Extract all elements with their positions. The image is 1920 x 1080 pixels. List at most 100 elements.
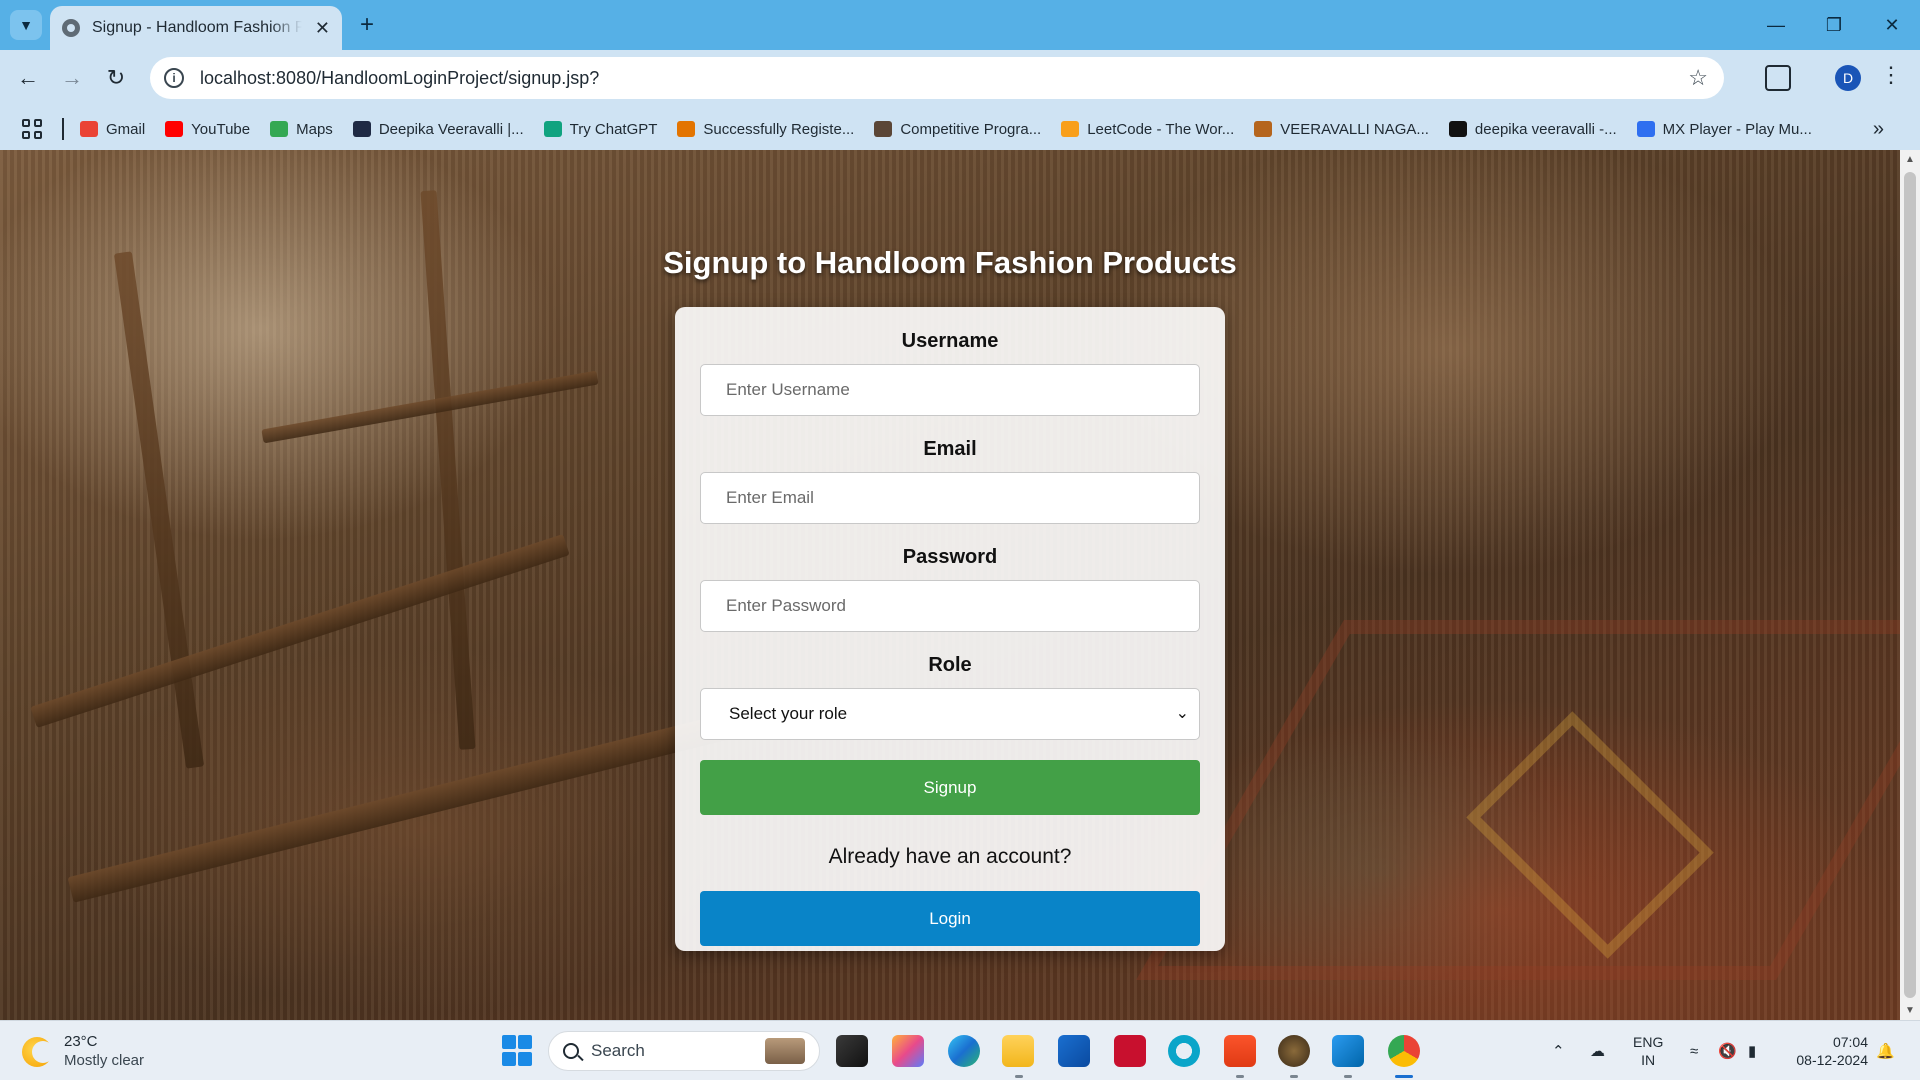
running-indicator-active: [1395, 1075, 1413, 1078]
menu-kebab-icon[interactable]: ⋮: [1880, 62, 1902, 88]
tab-search-button[interactable]: ▼: [10, 10, 42, 40]
arrow-right-icon: →: [61, 65, 83, 90]
forward-button[interactable]: →: [54, 60, 90, 96]
scrollbar-thumb[interactable]: [1904, 172, 1916, 998]
chevron-up-icon[interactable]: ⌃: [1552, 1021, 1565, 1080]
bookmark-label: YouTube: [191, 120, 251, 138]
bookmark-label: Try ChatGPT: [569, 120, 658, 138]
email-input[interactable]: [700, 472, 1200, 524]
password-input[interactable]: [700, 580, 1200, 632]
region-code: IN: [1641, 1052, 1656, 1068]
start-button-icon[interactable]: [502, 1035, 534, 1067]
running-indicator: [1236, 1075, 1244, 1078]
url-text[interactable]: localhost:8080/HandloomLoginProject/sign…: [200, 68, 599, 89]
bookmark-item[interactable]: deepika veeravalli -...: [1448, 120, 1617, 138]
bookmark-label: Deepika Veeravalli |...: [378, 120, 524, 138]
close-window-button[interactable]: ✕: [1864, 0, 1920, 50]
edge-browser-icon[interactable]: [948, 1035, 980, 1067]
language-indicator[interactable]: ENG IN: [1633, 1033, 1663, 1069]
bookmark-star-icon[interactable]: ☆: [1688, 65, 1708, 91]
onedrive-icon[interactable]: ☁: [1590, 1021, 1605, 1080]
page-scrollbar[interactable]: ▲ ▼: [1900, 150, 1920, 1020]
wifi-icon[interactable]: ≈: [1690, 1021, 1698, 1080]
profile-avatar[interactable]: D: [1835, 65, 1861, 91]
arrow-left-icon: ←: [17, 65, 39, 90]
role-select[interactable]: Select your role ⌄: [700, 688, 1200, 740]
bookmark-label: Maps: [296, 120, 333, 138]
running-indicator: [1344, 1075, 1352, 1078]
more-bookmarks-icon[interactable]: »: [1873, 118, 1884, 141]
clock-date: 08-12-2024: [1796, 1052, 1868, 1068]
system-clock[interactable]: 07:04 08-12-2024: [1782, 1033, 1868, 1069]
bookmark-label: Competitive Progra...: [900, 120, 1042, 138]
extensions-icon[interactable]: [1765, 65, 1791, 91]
site-info-icon[interactable]: i: [164, 68, 184, 88]
vscode-icon[interactable]: [1332, 1035, 1364, 1067]
bookmark-label: Successfully Registe...: [703, 120, 855, 138]
youtube-icon: [165, 121, 184, 137]
reload-icon: ↻: [106, 65, 126, 90]
speaker-muted-icon[interactable]: 🔇: [1718, 1021, 1737, 1080]
weather-widget[interactable]: 23°C Mostly clear: [22, 1033, 144, 1071]
minimize-button[interactable]: —: [1748, 0, 1804, 50]
leetcode-icon: [1061, 121, 1080, 137]
username-input[interactable]: [700, 364, 1200, 416]
search-highlight-image: [765, 1038, 805, 1064]
page-viewport: Signup to Handloom Fashion Products User…: [0, 150, 1920, 1020]
brave-browser-icon[interactable]: [1224, 1035, 1256, 1067]
taskbar-search[interactable]: Search: [548, 1031, 820, 1071]
bookmark-item[interactable]: MX Player - Play Mu...: [1636, 121, 1812, 138]
browser-titlebar: ▼ Signup - Handloom Fashion Products ✕ +…: [0, 0, 1920, 50]
chrome-browser-icon[interactable]: [1388, 1035, 1420, 1067]
close-tab-icon[interactable]: ✕: [315, 18, 330, 39]
address-bar[interactable]: i localhost:8080/HandloomLoginProject/si…: [150, 57, 1724, 99]
task-view-icon[interactable]: [836, 1035, 868, 1067]
clock-time: 07:04: [1832, 1034, 1868, 1050]
moon-weather-icon: [22, 1037, 54, 1067]
weather-temperature: 23°C: [64, 1033, 98, 1050]
email-label: Email: [923, 438, 977, 460]
battery-icon[interactable]: ▮: [1748, 1021, 1756, 1080]
apps-grid-icon[interactable]: [22, 119, 42, 139]
notifications-icon[interactable]: 🔔: [1876, 1021, 1895, 1080]
hackerrank-icon: [1448, 121, 1467, 137]
bookmark-label: deepika veeravalli -...: [1474, 120, 1617, 138]
hashnode-icon: [352, 121, 371, 137]
weather-condition: Mostly clear: [64, 1052, 145, 1069]
login-button[interactable]: Login: [700, 891, 1200, 946]
bookmark-item[interactable]: Competitive Progra...: [874, 121, 1041, 138]
signup-form-card: Username Email Password Role Select your…: [675, 307, 1225, 951]
game-app-icon[interactable]: [1278, 1035, 1310, 1067]
bookmark-item[interactable]: Maps: [270, 121, 333, 138]
mxplayer-icon: [1636, 121, 1655, 137]
role-selected-value: Select your role: [729, 704, 848, 723]
bookmark-item[interactable]: VEERAVALLI NAGA...: [1254, 121, 1429, 138]
mcafee-icon[interactable]: [1114, 1035, 1146, 1067]
bookmark-item[interactable]: Successfully Registe...: [677, 121, 854, 138]
chart-icon: [677, 121, 696, 137]
file-explorer-icon[interactable]: [1002, 1035, 1034, 1067]
microsoft-store-icon[interactable]: [1058, 1035, 1090, 1067]
running-indicator: [1290, 1075, 1298, 1078]
copilot-icon[interactable]: [892, 1035, 924, 1067]
bookmark-item[interactable]: Deepika Veeravalli |...: [352, 120, 524, 138]
scroll-up-icon[interactable]: ▲: [1900, 154, 1920, 165]
maps-icon: [270, 121, 289, 137]
bookmark-item[interactable]: LeetCode - The Wor...: [1061, 121, 1234, 138]
taskbar: 23°C Mostly clear Search ⌃ ☁ ENG IN ≈ 🔇 …: [0, 1020, 1920, 1080]
browser-toolbar: ← → ↻ i localhost:8080/HandloomLoginProj…: [0, 50, 1920, 108]
signup-button[interactable]: Signup: [700, 760, 1200, 815]
scroll-down-icon[interactable]: ▼: [1900, 1005, 1920, 1016]
bookmark-item[interactable]: Try ChatGPT: [543, 120, 658, 138]
bookmark-item[interactable]: YouTube: [165, 121, 250, 138]
active-tab[interactable]: Signup - Handloom Fashion Products ✕: [50, 6, 342, 50]
running-indicator: [1015, 1075, 1023, 1078]
new-tab-button[interactable]: +: [352, 10, 382, 40]
restore-button[interactable]: ❐: [1806, 0, 1862, 50]
bookmark-label: Gmail: [106, 120, 146, 138]
language-code: ENG: [1633, 1034, 1664, 1050]
bookmark-item[interactable]: Gmail: [80, 121, 145, 138]
back-button[interactable]: ←: [10, 60, 46, 96]
reload-button[interactable]: ↻: [98, 60, 134, 96]
cortana-icon[interactable]: [1168, 1035, 1200, 1067]
